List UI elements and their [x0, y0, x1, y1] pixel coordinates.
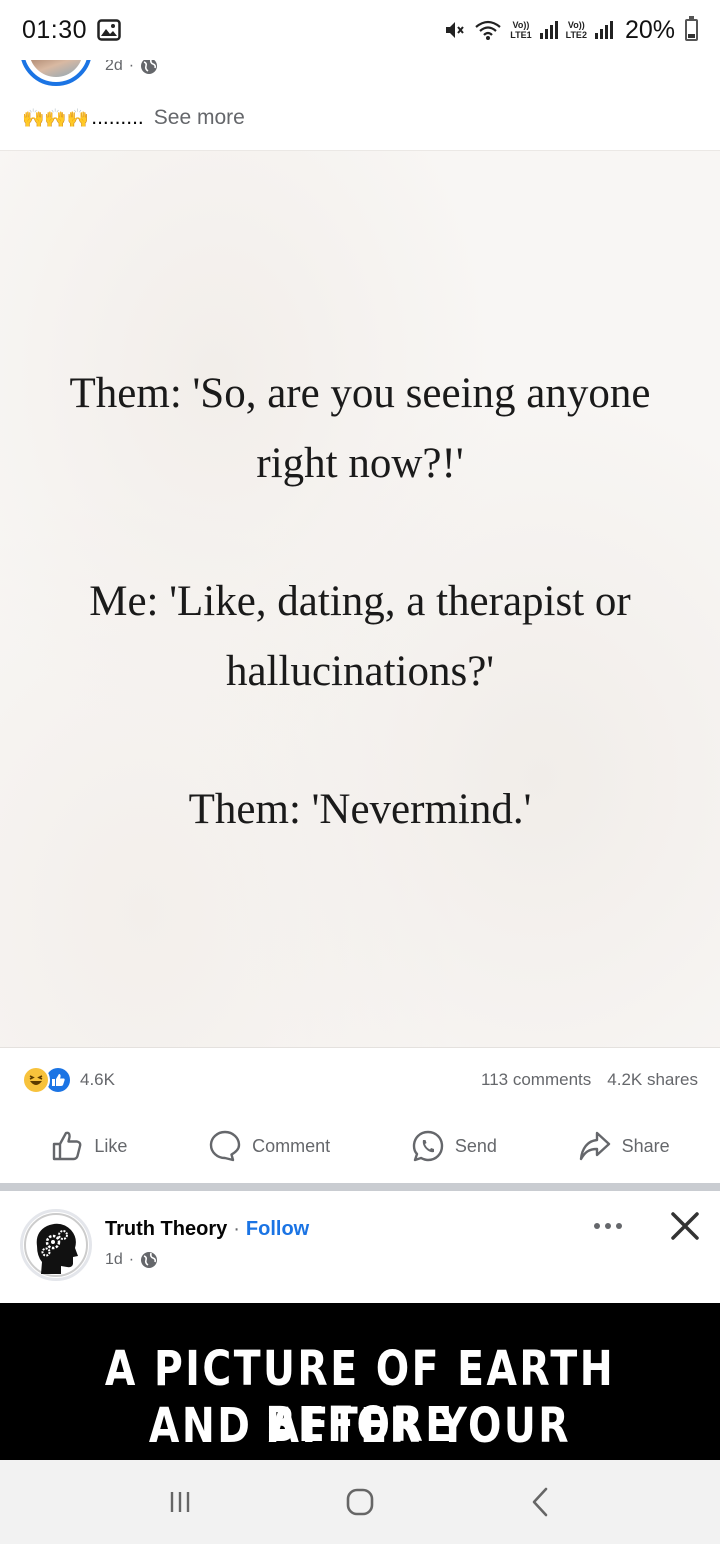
- head-gears-logo-icon: [24, 1213, 88, 1277]
- post2-header: Truth Theory · Follow 1d ·: [0, 1191, 720, 1303]
- signal-bars-2: [594, 21, 613, 39]
- share-label: Share: [621, 1135, 670, 1156]
- lte1-indicator: Vo)) LTE1: [510, 20, 531, 40]
- battery-percent: 20%: [624, 15, 675, 44]
- comment-label: Comment: [252, 1135, 331, 1156]
- home-icon: [346, 1488, 374, 1516]
- caption-emoji: 🙌🙌🙌: [22, 107, 90, 128]
- lte1-bottom: LTE1: [510, 30, 532, 40]
- lte2-top: Vo)): [567, 20, 585, 30]
- recents-button[interactable]: [160, 1482, 200, 1522]
- quote-line: hallucinations?': [225, 648, 495, 695]
- gallery-icon: [97, 19, 121, 41]
- lte1-top: Vo)): [512, 20, 530, 30]
- reaction-icons[interactable]: [22, 1066, 72, 1094]
- recents-icon: [170, 1492, 190, 1512]
- mute-icon: [446, 22, 465, 38]
- follow-button[interactable]: Follow: [246, 1218, 309, 1241]
- quote-line: Them: 'So, are you seeing anyone: [69, 370, 651, 417]
- reactions-count[interactable]: 4.6K: [80, 1070, 115, 1090]
- back-button[interactable]: [520, 1482, 560, 1522]
- comments-count[interactable]: 113 comments: [481, 1070, 591, 1090]
- post1-action-bar: Like Comment Send Share: [0, 1118, 720, 1174]
- home-button[interactable]: [340, 1482, 380, 1522]
- name-dot: ·: [233, 1218, 240, 1240]
- send-icon: [412, 1130, 444, 1162]
- status-time: 01:30: [22, 15, 88, 44]
- comment-icon: [209, 1130, 241, 1162]
- signal-bars-1: [539, 21, 558, 39]
- post2-time[interactable]: 1d: [105, 1251, 123, 1269]
- page-avatar[interactable]: [20, 1209, 92, 1281]
- back-icon: [532, 1487, 548, 1517]
- lte2-indicator: Vo)) LTE2: [566, 20, 587, 40]
- like-button[interactable]: Like: [50, 1129, 127, 1163]
- post-separator: [0, 1183, 720, 1191]
- reactions-row: 4.6K 113 comments 4.2K shares: [0, 1060, 720, 1100]
- system-nav-bar: [0, 1460, 720, 1544]
- shares-count[interactable]: 4.2K shares: [607, 1070, 698, 1090]
- post1-image[interactable]: Them: 'So, are you seeing anyone right n…: [0, 150, 720, 1048]
- quote-line: Me: 'Like, dating, a therapist or: [89, 578, 631, 625]
- see-more-link[interactable]: See more: [154, 106, 245, 130]
- like-label: Like: [94, 1135, 128, 1156]
- battery-icon: [685, 16, 698, 41]
- lte2-bottom: LTE2: [565, 30, 587, 40]
- meta-dot: ·: [128, 1251, 135, 1268]
- comment-button[interactable]: Comment: [208, 1129, 330, 1163]
- send-label: Send: [454, 1135, 497, 1156]
- send-button[interactable]: Send: [411, 1129, 497, 1163]
- quote-line: Them: 'Nevermind.': [188, 786, 532, 833]
- like-icon: [53, 1131, 82, 1161]
- more-icon[interactable]: [588, 1211, 628, 1241]
- post1-caption: 🙌🙌🙌 ......... See more: [22, 106, 245, 130]
- post2-image[interactable]: A PICTURE OF EARTH BEFORE AND AFTER YOUR…: [0, 1303, 720, 1510]
- status-bar: 01:30 Vo)) LTE1 Vo)) LTE2 20%: [0, 0, 720, 60]
- post2-meta: 1d ·: [105, 1251, 158, 1269]
- haha-reaction-icon: [22, 1066, 50, 1094]
- share-icon: [579, 1131, 610, 1161]
- caption-dots: .........: [91, 106, 144, 129]
- globe-icon: [141, 1252, 158, 1268]
- wifi-icon: [475, 20, 501, 40]
- page-name[interactable]: Truth Theory: [105, 1218, 227, 1241]
- quote-line: right now?!': [256, 440, 464, 487]
- close-icon[interactable]: [664, 1205, 706, 1247]
- share-button[interactable]: Share: [578, 1129, 670, 1163]
